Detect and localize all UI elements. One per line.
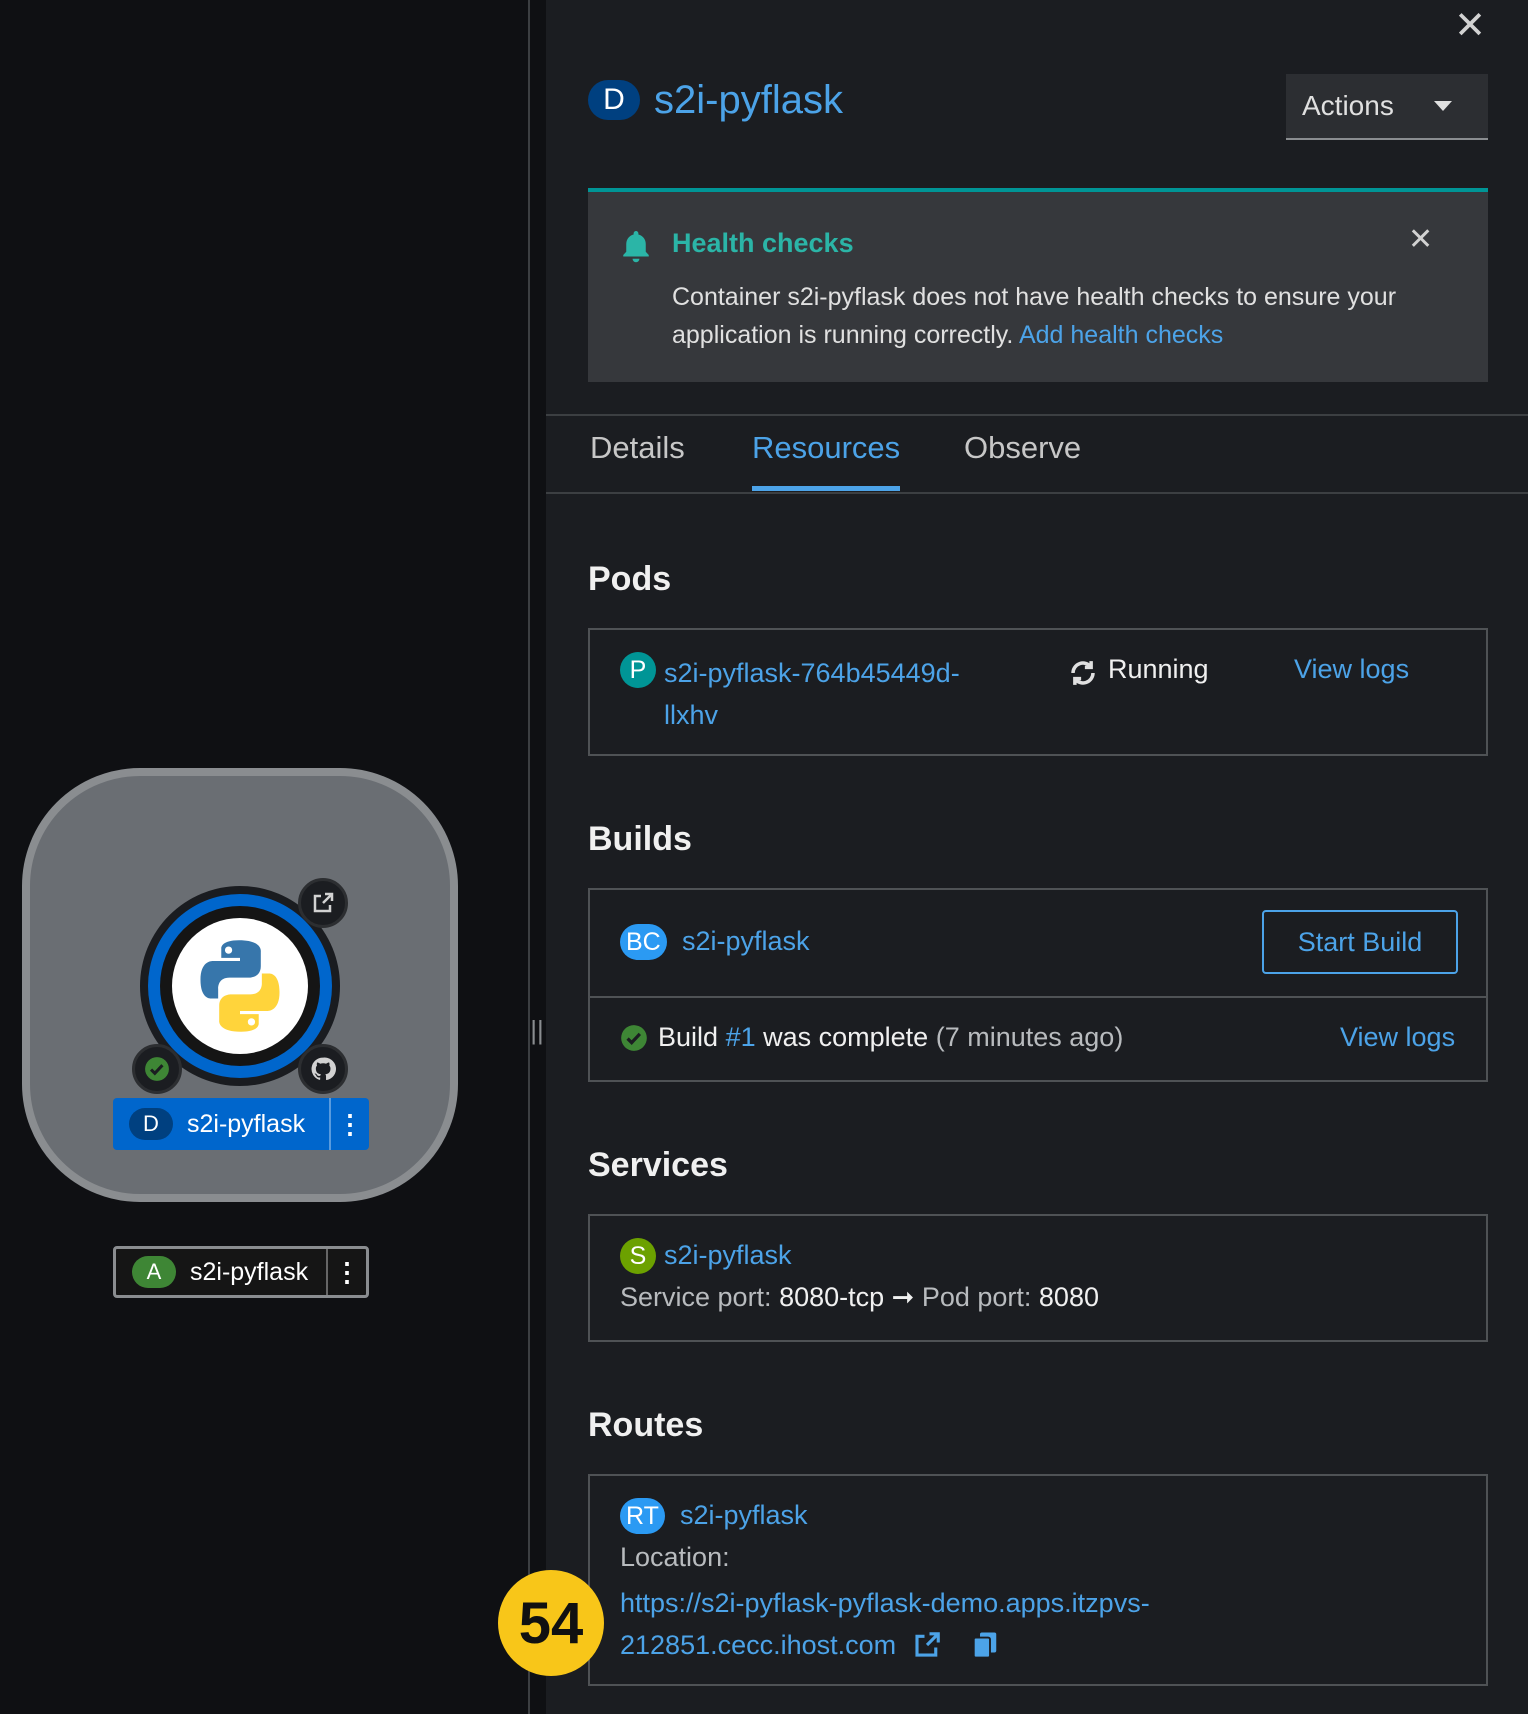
pod-kind-badge: P [620,652,656,688]
build-prefix: Build [658,1022,719,1052]
route-url-line1: https://s2i-pyflask-pyflask-demo.apps.it… [620,1588,1150,1618]
application-kind-badge: A [132,1256,176,1288]
git-repo-decorator[interactable] [298,1044,348,1094]
github-icon [311,1057,336,1081]
build-number-link[interactable]: #1 [726,1022,756,1052]
service-kind-badge: S [620,1238,656,1274]
build-age: (7 minutes ago) [935,1022,1124,1052]
deployment-node-name: s2i-pyflask [187,1109,306,1138]
add-health-checks-link[interactable]: Add health checks [1019,321,1223,349]
sync-icon [1071,661,1095,685]
service-name-link[interactable]: s2i-pyflask [664,1240,792,1271]
resize-handle-icon[interactable]: || [530,1010,544,1050]
service-port-value: 8080-tcp [779,1282,885,1312]
build-status-text: Build #1 was complete (7 minutes ago) [658,1022,1123,1053]
buildconfig-name-link[interactable]: s2i-pyflask [682,926,810,957]
check-circle-icon [145,1057,169,1081]
python-logo-icon [200,940,280,1032]
pod-name-link[interactable]: s2i-pyflask-764b45449d- llxhv [664,652,960,736]
pod-status: Running [1108,654,1209,684]
start-build-button[interactable]: Start Build [1262,910,1458,974]
step-number-badge: 54 [498,1570,604,1676]
buildconfig-kind-badge: BC [620,924,667,960]
close-alert-icon[interactable]: ✕ [1408,222,1433,257]
alert-body: Container s2i-pyflask does not have heal… [672,278,1452,354]
route-url-link[interactable]: https://s2i-pyflask-pyflask-demo.apps.it… [620,1582,1150,1666]
panel-title: D s2i-pyflask [588,70,843,130]
build-state: was complete [763,1022,929,1052]
pod-port-label: Pod port: [921,1282,1032,1312]
builds-heading: Builds [588,820,692,858]
deployment-kind-badge: D [129,1108,173,1140]
external-link-icon [313,892,334,913]
builds-card: BC s2i-pyflask Start Build Build #1 was … [588,888,1488,1082]
arrow-right-icon: ➞ [891,1282,915,1312]
service-port-label: Service port: [620,1282,772,1312]
bell-icon [623,231,649,263]
routes-heading: Routes [588,1406,704,1444]
panel-title-link[interactable]: s2i-pyflask [654,78,843,123]
service-port-mapping: Service port: 8080-tcp ➞ Pod port: 8080 [620,1282,1099,1313]
actions-dropdown[interactable]: Actions [1286,74,1488,140]
external-link-icon[interactable] [912,1630,942,1660]
application-group-name: s2i-pyflask [190,1257,309,1286]
routes-card: RT s2i-pyflask Location: https://s2i-pyf… [588,1474,1488,1686]
tab-observe[interactable]: Observe [964,430,1081,466]
pods-card: P s2i-pyflask-764b45449d- llxhv Running … [588,628,1488,756]
application-group-label[interactable]: A s2i-pyflask ⋮ [113,1246,369,1298]
copy-icon[interactable] [970,1630,1000,1660]
tab-details[interactable]: Details [590,430,685,466]
actions-label: Actions [1302,90,1394,121]
services-heading: Services [588,1146,728,1184]
caret-down-icon [1434,101,1452,111]
route-name-link[interactable]: s2i-pyflask [680,1500,808,1531]
tabs-border-top [546,414,1528,416]
pod-name-line1: s2i-pyflask-764b45449d- [664,658,960,688]
kebab-menu-icon[interactable]: ⋮ [329,1098,369,1150]
close-panel-icon[interactable]: ✕ [1450,6,1490,46]
open-url-decorator[interactable] [298,878,348,928]
health-checks-alert: Health checks ✕ Container s2i-pyflask do… [588,188,1488,382]
active-tab-indicator [752,486,900,491]
pod-port-value: 8080 [1038,1282,1099,1312]
route-kind-badge: RT [620,1498,665,1534]
route-url-line2: 212851.cecc.ihost.com [620,1630,897,1660]
tabs-border-bottom [546,492,1528,494]
kebab-menu-icon[interactable]: ⋮ [326,1249,366,1295]
services-card: S s2i-pyflask Service port: 8080-tcp ➞ P… [588,1214,1488,1342]
check-circle-icon [621,1025,647,1051]
pods-heading: Pods [588,560,672,598]
tab-resources[interactable]: Resources [752,430,900,466]
build-view-logs-link[interactable]: View logs [1340,1022,1455,1053]
panel-divider [528,0,530,1714]
deployment-kind-badge: D [588,80,640,120]
pod-name-line2: llxhv [664,700,719,730]
pod-view-logs-link[interactable]: View logs [1294,654,1409,685]
deployment-node-label[interactable]: D s2i-pyflask ⋮ [113,1098,369,1150]
builds-row-divider [590,996,1486,998]
build-status-decorator[interactable] [132,1044,182,1094]
route-location-label: Location: [620,1542,730,1572]
alert-title: Health checks [672,228,854,258]
